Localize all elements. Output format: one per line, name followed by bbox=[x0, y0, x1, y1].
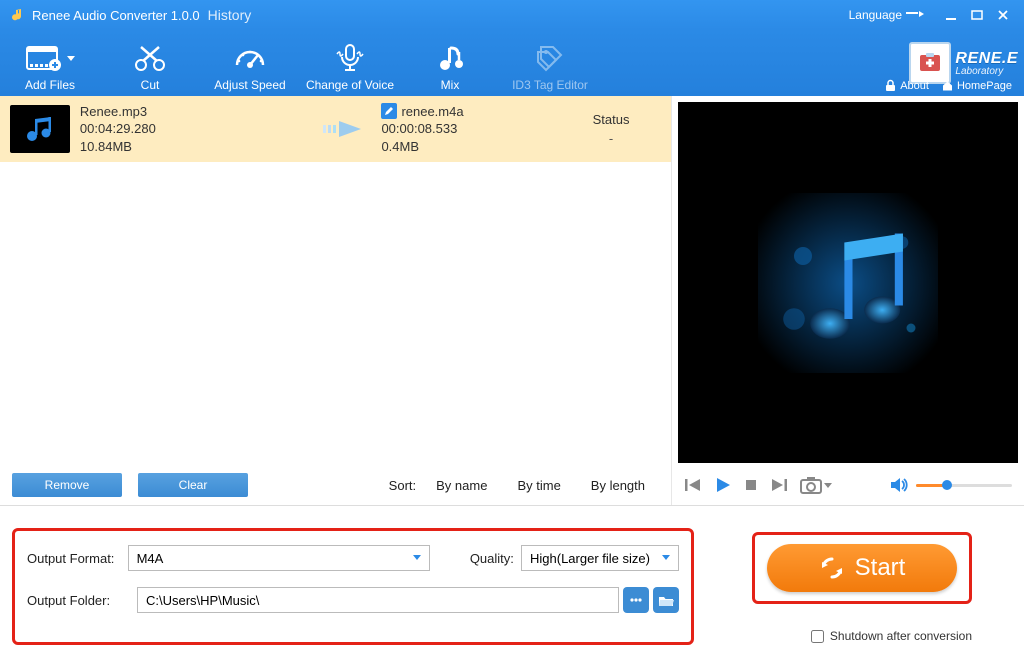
homepage-link[interactable]: HomePage bbox=[941, 79, 1012, 92]
main-area: Renee.mp3 00:04:29.280 10.84MB renee.m4a… bbox=[0, 96, 1024, 505]
clear-button[interactable]: Clear bbox=[138, 473, 248, 497]
status-cell: Status - bbox=[561, 112, 661, 146]
remove-button[interactable]: Remove bbox=[12, 473, 122, 497]
toolbar-label: Cut bbox=[100, 78, 200, 92]
chevron-down-icon bbox=[824, 483, 832, 488]
toolbar-label: Add Files bbox=[0, 78, 100, 92]
dest-info: renee.m4a 00:00:08.533 0.4MB bbox=[381, 103, 561, 156]
source-size: 10.84MB bbox=[80, 138, 312, 156]
home-icon bbox=[941, 79, 954, 92]
toolbar-label: ID3 Tag Editor bbox=[500, 78, 600, 92]
speed-icon bbox=[200, 41, 300, 75]
about-link[interactable]: About bbox=[884, 79, 929, 92]
play-button[interactable] bbox=[714, 476, 732, 494]
app-icon bbox=[8, 7, 24, 23]
source-thumb bbox=[10, 105, 70, 153]
toolbar-label: Change of Voice bbox=[300, 78, 400, 92]
tag-icon bbox=[500, 41, 600, 75]
quality-label: Quality: bbox=[470, 551, 521, 566]
sort-by-length[interactable]: By length bbox=[591, 478, 645, 493]
cut-button[interactable]: Cut bbox=[100, 41, 200, 92]
shutdown-checkbox-input[interactable] bbox=[811, 630, 824, 643]
history-link[interactable]: History bbox=[208, 7, 252, 23]
start-label: Start bbox=[855, 554, 906, 582]
shutdown-checkbox[interactable]: Shutdown after conversion bbox=[811, 629, 972, 643]
start-box: Start bbox=[752, 532, 972, 604]
app-title: Renee Audio Converter 1.0.0 bbox=[32, 8, 200, 23]
start-button[interactable]: Start bbox=[767, 544, 957, 592]
cut-icon bbox=[100, 41, 200, 75]
source-info: Renee.mp3 00:04:29.280 10.84MB bbox=[80, 103, 312, 156]
titlebar: Renee Audio Converter 1.0.0 History Lang… bbox=[0, 0, 1024, 30]
language-dropdown[interactable]: Language bbox=[849, 8, 924, 22]
brand-lab: Laboratory bbox=[955, 66, 1003, 77]
stop-button[interactable] bbox=[744, 478, 758, 492]
minimize-button[interactable] bbox=[938, 5, 964, 25]
pencil-icon bbox=[384, 106, 394, 116]
preview-note-icon bbox=[758, 193, 938, 373]
close-button[interactable] bbox=[990, 5, 1016, 25]
sort-by-time[interactable]: By time bbox=[517, 478, 560, 493]
output-format-select[interactable]: M4A bbox=[128, 545, 430, 571]
maximize-button[interactable] bbox=[964, 5, 990, 25]
quality-select[interactable]: High(Larger file size) bbox=[521, 545, 679, 571]
brand-links: About HomePage bbox=[884, 79, 1012, 92]
next-button[interactable] bbox=[770, 477, 788, 493]
mix-icon bbox=[400, 41, 500, 75]
file-row[interactable]: Renee.mp3 00:04:29.280 10.84MB renee.m4a… bbox=[0, 96, 671, 162]
output-format-label: Output Format: bbox=[27, 551, 128, 566]
preview-panel bbox=[672, 96, 1024, 505]
bottom-panel: Output Format: M4A Quality: High(Larger … bbox=[0, 505, 1024, 657]
refresh-icon bbox=[819, 555, 845, 581]
prev-button[interactable] bbox=[684, 477, 702, 493]
camera-icon bbox=[800, 476, 822, 494]
player-controls bbox=[672, 465, 1024, 505]
mix-button[interactable]: Mix bbox=[400, 41, 500, 92]
add-files-button[interactable]: Add Files bbox=[0, 41, 100, 92]
folder-open-icon bbox=[658, 594, 674, 607]
voice-icon bbox=[300, 41, 400, 75]
more-path-button[interactable] bbox=[623, 587, 649, 613]
dest-name: renee.m4a bbox=[401, 103, 463, 121]
toolbar-label: Adjust Speed bbox=[200, 78, 300, 92]
volume-icon bbox=[890, 477, 908, 493]
shutdown-label: Shutdown after conversion bbox=[830, 629, 972, 643]
chevron-down-icon bbox=[662, 555, 670, 560]
chevron-down-icon bbox=[413, 555, 421, 560]
toolbar-label: Mix bbox=[400, 78, 500, 92]
list-footer: Remove Clear Sort: By name By time By le… bbox=[0, 465, 671, 505]
id3-editor-button[interactable]: ID3 Tag Editor bbox=[500, 41, 600, 92]
snapshot-button[interactable] bbox=[800, 476, 832, 494]
volume-control[interactable] bbox=[890, 477, 1012, 493]
language-caret-icon bbox=[906, 10, 924, 20]
output-folder-label: Output Folder: bbox=[27, 593, 137, 608]
edit-name-button[interactable] bbox=[381, 103, 397, 119]
language-label: Language bbox=[849, 8, 902, 22]
sort-by-name[interactable]: By name bbox=[436, 478, 487, 493]
arrow-icon bbox=[312, 117, 382, 141]
brand-logo-icon bbox=[909, 42, 951, 84]
open-folder-button[interactable] bbox=[653, 587, 679, 613]
adjust-speed-button[interactable]: Adjust Speed bbox=[200, 41, 300, 92]
output-folder-input[interactable] bbox=[137, 587, 619, 613]
preview-canvas bbox=[678, 102, 1018, 463]
status-value: - bbox=[561, 131, 661, 146]
sort-label: Sort: bbox=[389, 478, 416, 493]
change-voice-button[interactable]: Change of Voice bbox=[300, 41, 400, 92]
add-files-icon bbox=[0, 41, 100, 75]
output-settings: Output Format: M4A Quality: High(Larger … bbox=[12, 528, 694, 645]
music-note-icon bbox=[22, 114, 58, 144]
volume-slider[interactable] bbox=[916, 484, 1012, 487]
dest-size: 0.4MB bbox=[381, 138, 561, 156]
source-duration: 00:04:29.280 bbox=[80, 120, 312, 138]
status-header: Status bbox=[593, 112, 630, 127]
toolbar: Add Files Cut Adjust Speed Change of Voi… bbox=[0, 30, 1024, 96]
ellipsis-icon bbox=[629, 596, 643, 604]
lock-icon bbox=[884, 79, 897, 92]
dest-duration: 00:00:08.533 bbox=[381, 120, 561, 138]
file-list: Renee.mp3 00:04:29.280 10.84MB renee.m4a… bbox=[0, 96, 672, 505]
chevron-down-icon bbox=[67, 56, 75, 61]
source-name: Renee.mp3 bbox=[80, 103, 312, 121]
